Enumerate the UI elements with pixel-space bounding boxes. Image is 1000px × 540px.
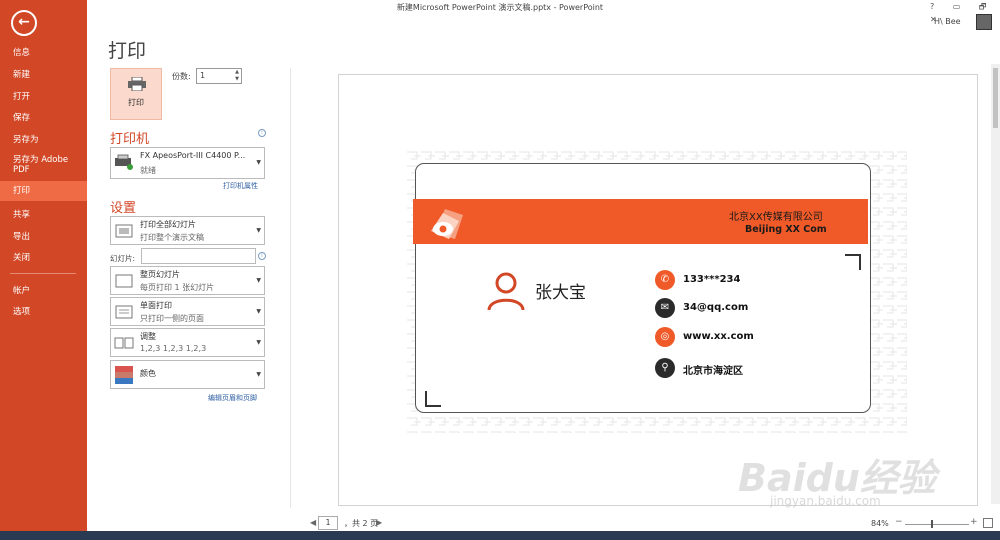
nav-divider [10, 273, 76, 274]
printer-dropdown[interactable]: FX ApeosPort-III C4400 P... 就绪 ▼ [110, 147, 265, 179]
nav-item-save-as[interactable]: 另存为 [0, 133, 87, 147]
layout-sub: 每页打印 1 张幻灯片 [140, 283, 215, 292]
printer-device-icon [115, 154, 133, 170]
avatar[interactable] [976, 14, 992, 30]
printer-icon [128, 77, 146, 91]
layout-dropdown[interactable]: 整页幻灯片 每页打印 1 张幻灯片 ▼ [110, 266, 265, 295]
chevron-down-icon: ▼ [256, 308, 261, 315]
fit-to-window-icon[interactable] [983, 518, 993, 528]
zoom-level[interactable]: 84% [871, 519, 889, 528]
user-name[interactable]: H\ Bee [934, 17, 961, 26]
nav-item-export[interactable]: 导出 [0, 230, 87, 244]
info-icon[interactable]: i [258, 252, 266, 260]
nav-item-share[interactable]: 共享 [0, 208, 87, 222]
one-sided-icon [115, 305, 133, 319]
color-icon [115, 366, 133, 384]
nav-item-account[interactable]: 帐户 [0, 284, 87, 298]
sides-main: 单面打印 [140, 301, 172, 310]
globe-icon: ◎ [655, 327, 675, 347]
slides-label: 幻灯片: [110, 254, 136, 263]
phone-icon: ✆ [655, 270, 675, 290]
printer-heading: 打印机 [110, 132, 150, 147]
chevron-down-icon: ▼ [256, 159, 261, 166]
company-logo-icon [431, 209, 463, 239]
print-preview-page: 北京XX传媒有限公司 Beijing XX Com 张大宝 ✆ 133***23… [338, 74, 978, 506]
nav-item-print[interactable]: 打印 [0, 181, 87, 201]
printer-properties-link[interactable]: 打印机属性 [223, 181, 258, 191]
chevron-down-icon: ▼ [256, 371, 261, 378]
print-range-sub: 打印整个演示文稿 [140, 233, 204, 242]
mail-icon: ✉ [655, 298, 675, 318]
sides-dropdown[interactable]: 单面打印 只打印一侧的页面 ▼ [110, 297, 265, 326]
chevron-down-icon: ▼ [256, 277, 261, 284]
collate-icon [114, 337, 134, 349]
sides-sub: 只打印一侧的页面 [140, 314, 204, 323]
info-icon[interactable]: i [258, 129, 266, 137]
corner-mark-icon [845, 254, 861, 270]
collate-dropdown[interactable]: 调整 1,2,3 1,2,3 1,2,3 ▼ [110, 328, 265, 357]
printer-status: 就绪 [140, 166, 156, 175]
chevron-down-icon: ▼ [256, 227, 261, 234]
color-dropdown[interactable]: 颜色 ▼ [110, 360, 265, 389]
nav-item-new[interactable]: 新建 [0, 68, 87, 82]
chevron-down-icon: ▼ [256, 339, 261, 346]
copies-spinner[interactable]: ▲ ▼ [233, 69, 241, 83]
corner-mark-icon [425, 391, 441, 407]
vertical-scrollbar[interactable] [991, 64, 1000, 504]
zoom-in-icon[interactable]: + [970, 517, 978, 527]
slides-input[interactable] [141, 248, 256, 264]
taskbar [0, 531, 1000, 540]
collate-sub: 1,2,3 1,2,3 1,2,3 [140, 344, 207, 353]
full-page-slide-icon [115, 274, 133, 288]
printer-name: FX ApeosPort-III C4400 P... [140, 151, 246, 160]
copies-label: 份数: [172, 72, 191, 81]
nav-item-open[interactable]: 打开 [0, 90, 87, 104]
next-page-icon[interactable]: ▶ [376, 518, 382, 527]
nav-item-save-as-pdf[interactable]: 另存为 Adobe PDF [0, 155, 87, 177]
layout-main: 整页幻灯片 [140, 270, 180, 279]
page-number-input[interactable]: 1 [318, 516, 338, 530]
settings-heading: 设置 [110, 201, 137, 216]
print-range-dropdown[interactable]: 打印全部幻灯片 打印整个演示文稿 ▼ [110, 216, 265, 245]
zoom-slider[interactable] [905, 524, 969, 525]
address-text: 北京市海淀区 [683, 366, 743, 377]
collate-main: 调整 [140, 332, 156, 341]
color-main: 颜色 [140, 369, 156, 378]
zoom-slider-thumb[interactable] [931, 520, 933, 528]
print-button[interactable]: 打印 [110, 68, 162, 120]
scrollbar-thumb[interactable] [993, 68, 998, 128]
watermark-url: jingyan.baidu.com [770, 494, 881, 508]
zoom-out-icon[interactable]: − [895, 517, 903, 527]
phone-text: 133***234 [683, 274, 741, 285]
edit-header-footer-link[interactable]: 编辑页眉和页脚 [208, 393, 257, 403]
nav-item-close[interactable]: 关闭 [0, 251, 87, 265]
page-total: ，共 2 页 [344, 519, 379, 528]
back-arrow-icon[interactable]: ← [11, 10, 37, 36]
person-icon [487, 272, 525, 311]
panel-divider [290, 68, 291, 508]
backstage-nav: ← 信息 新建 打开 保存 另存为 另存为 Adobe PDF 打印 共享 导出… [0, 0, 87, 540]
nav-item-info[interactable]: 信息 [0, 46, 87, 60]
print-button-label: 打印 [128, 98, 144, 107]
slides-icon [115, 224, 133, 238]
location-icon: ⚲ [655, 358, 675, 378]
email-text: 34@qq.com [683, 302, 749, 313]
nav-item-options[interactable]: 选项 [0, 305, 87, 319]
nav-item-save[interactable]: 保存 [0, 111, 87, 125]
prev-page-icon[interactable]: ◀ [310, 518, 316, 527]
print-range-main: 打印全部幻灯片 [140, 220, 196, 229]
person-name: 张大宝 [535, 283, 586, 303]
company-name-en: Beijing XX Com [745, 224, 827, 235]
website-text: www.xx.com [683, 331, 754, 342]
window-title: 新建Microsoft PowerPoint 演示文稿.pptx - Power… [396, 3, 604, 12]
company-name-cn: 北京XX传媒有限公司 [729, 212, 823, 223]
page-title: 打印 [108, 40, 147, 62]
